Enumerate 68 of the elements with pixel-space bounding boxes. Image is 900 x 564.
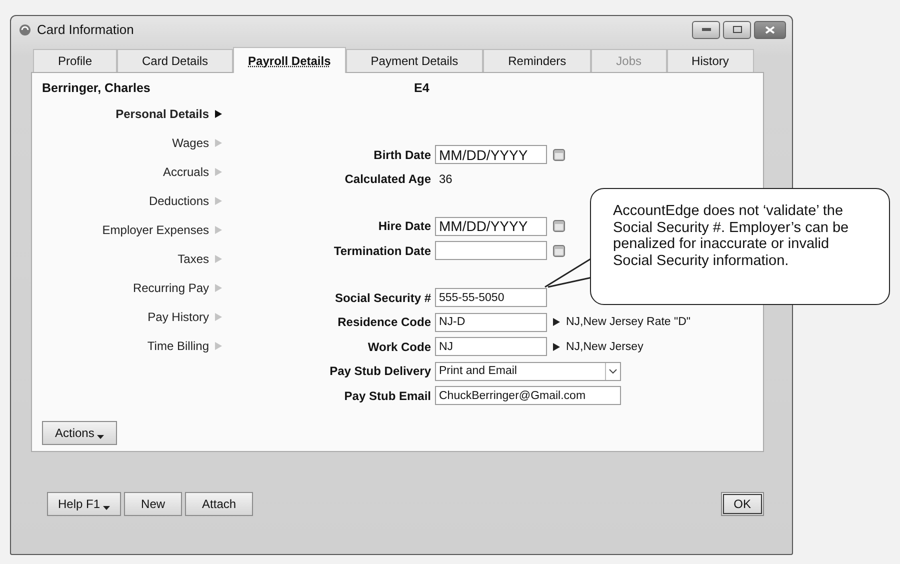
arrow-icon[interactable] [553, 318, 560, 326]
chevron-down-icon [609, 368, 617, 374]
field-label: Pay Stub Email [343, 388, 431, 402]
nav-link[interactable]: Deductions [148, 192, 222, 210]
date-field[interactable]: MM/DD/YYYY [435, 145, 547, 164]
code-description: NJ,New Jersey [566, 340, 644, 352]
footer-button[interactable]: Attach [185, 492, 254, 516]
tab[interactable]: Payroll Details [233, 47, 346, 73]
nav-link[interactable]: Employer Expenses [102, 221, 222, 239]
code-field[interactable]: NJ [435, 337, 547, 356]
arrow-icon [215, 342, 222, 350]
actions-button[interactable]: Actions [42, 421, 118, 445]
calendar-icon[interactable] [553, 148, 565, 160]
nav-link[interactable]: Pay History [148, 308, 222, 326]
minimize-button[interactable] [692, 20, 720, 38]
close-icon [765, 26, 775, 34]
date-field[interactable]: MM/DD/YYYY [435, 216, 547, 236]
arrow-icon [215, 139, 222, 147]
nav-link[interactable]: Wages [172, 134, 222, 152]
tab[interactable]: Profile [33, 49, 118, 72]
close-button[interactable] [754, 20, 786, 38]
email-field[interactable]: ChuckBerringer@Gmail.com [435, 386, 621, 405]
ssn-field[interactable]: 555-55-5050 [435, 288, 547, 307]
arrow-icon[interactable] [553, 342, 560, 350]
caret-icon [97, 435, 104, 439]
maximize-button[interactable] [723, 20, 751, 38]
arrow-icon [215, 255, 222, 263]
nav-link[interactable]: Accruals [162, 163, 222, 181]
caret-icon [103, 506, 110, 510]
arrow-icon [215, 226, 222, 234]
field-label: Residence Code [336, 315, 431, 329]
delivery-dropdown[interactable]: Print and Email [435, 362, 621, 380]
app-icon [19, 24, 31, 36]
tab[interactable]: Payment Details [346, 49, 484, 72]
arrow-icon [215, 284, 222, 292]
field-label: Hire Date [377, 219, 431, 233]
field-label: Work Code [366, 340, 431, 354]
window-title: Card Information [37, 22, 135, 37]
callout-note: AccountEdge does not ‘validate’ the Social Security #. Employer’s can be penalized for inaccurate or invalid Social Security information. [590, 188, 890, 305]
employee-name: Berringer, Charles [42, 81, 152, 95]
field-label: Calculated Age [344, 172, 431, 186]
nav-link[interactable]: Taxes [178, 250, 222, 268]
calendar-icon[interactable] [553, 220, 565, 232]
age-value: 36 [438, 172, 454, 186]
calendar-icon[interactable] [553, 244, 565, 256]
date-field[interactable] [435, 241, 547, 260]
footer-button[interactable]: New [124, 492, 182, 516]
code-field[interactable]: NJ-D [435, 312, 547, 332]
tab[interactable]: History [666, 49, 754, 72]
footer-button[interactable]: Help F1 [47, 492, 122, 516]
arrow-icon [215, 168, 222, 176]
arrow-icon [215, 313, 222, 321]
field-label: Termination Date [332, 244, 431, 258]
maximize-icon [732, 26, 742, 33]
tab[interactable]: Card Details [117, 49, 234, 72]
nav-link[interactable]: Time Billing [147, 337, 222, 355]
field-label: Social Security # [334, 290, 431, 304]
nav-link[interactable]: Personal Details [116, 105, 222, 123]
nav-link[interactable]: Recurring Pay [132, 279, 222, 297]
code-description: NJ,New Jersey Rate "D" [566, 316, 690, 328]
minimize-icon [702, 28, 710, 31]
ok-button[interactable]: OK [720, 492, 764, 516]
field-label: Pay Stub Delivery [328, 364, 431, 378]
arrow-icon [215, 197, 222, 205]
field-label: Birth Date [372, 148, 431, 162]
employee-code: E4 [414, 81, 430, 95]
arrow-icon [215, 110, 222, 118]
tab[interactable]: Reminders [483, 49, 592, 72]
